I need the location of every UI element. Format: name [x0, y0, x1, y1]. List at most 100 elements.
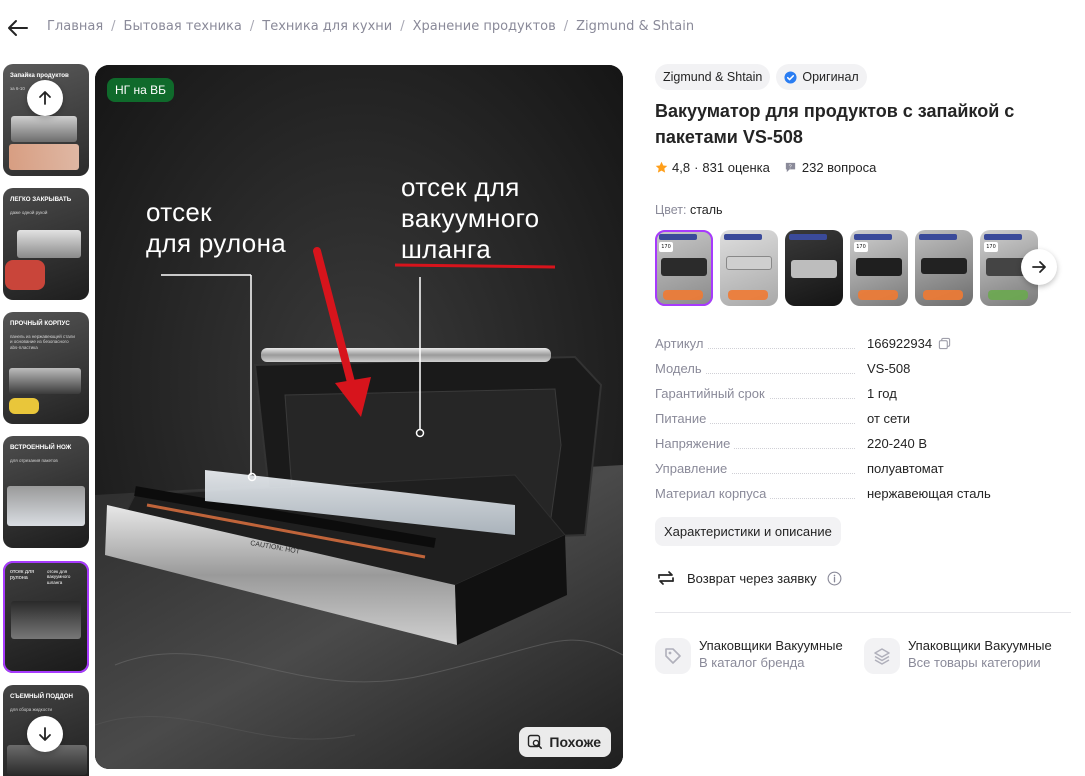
color-variants: 170 170 170: [655, 230, 1065, 306]
brand-catalog-link[interactable]: Упаковщики Вакуумные В каталог бренда: [655, 638, 843, 674]
color-variant[interactable]: [785, 230, 843, 306]
variant-device: [661, 258, 707, 276]
color-variant[interactable]: 170: [655, 230, 713, 306]
category-subtitle: Все товары категории: [908, 655, 1041, 670]
variant-box: 170: [984, 242, 998, 252]
similar-button-label: Похоже: [549, 734, 601, 750]
spec-key: Артикул: [655, 336, 708, 351]
product-photo-illustration: CAUTION: HOT: [95, 65, 623, 769]
return-arrows-icon: [658, 571, 674, 585]
spec-row: Напряжение 220-240 В: [655, 434, 1075, 459]
spec-value: 220-240 В: [867, 436, 927, 451]
variant-device: [856, 258, 902, 276]
thumbnail-title: СЪЕМНЫЙ ПОДДОН: [10, 693, 74, 700]
thumbnail-5[interactable]: отсек для рулона отсек для вакуумного шл…: [3, 561, 89, 673]
thumbnails-scroll-down-button[interactable]: [27, 716, 63, 752]
spec-key: Напряжение: [655, 436, 735, 451]
thumbnail-list: Запайка продуктов за 6-10 ЛЕГКО ЗАКРЫВАТ…: [3, 64, 89, 776]
copy-icon[interactable]: [938, 337, 951, 350]
thumbnail-2[interactable]: ЛЕГКО ЗАКРЫВАТЬ даже одной рукой: [3, 188, 89, 300]
brand-name: Zigmund & Shtain: [663, 70, 763, 84]
return-text: Возврат через заявку: [687, 570, 817, 586]
breadcrumb-item[interactable]: Zigmund & Shtain: [576, 19, 694, 34]
color-variant[interactable]: 170: [850, 230, 908, 306]
breadcrumb: Главная / Бытовая техника / Техника для кухн…: [47, 19, 694, 34]
thumbnail-device: [11, 601, 81, 639]
thumbnail-food: [5, 260, 45, 290]
red-underline: [394, 263, 556, 269]
variant-food: [728, 290, 768, 300]
rating-row: 4,8 · 831 оценка ? 232 вопроса: [655, 160, 876, 175]
ratings-count[interactable]: 831 оценка: [702, 160, 769, 175]
photo-label-left: отсек для рулона: [146, 197, 286, 259]
characteristics-button[interactable]: Характеристики и описание: [655, 517, 841, 546]
category-icon-box: [864, 638, 900, 674]
variant-device: [726, 256, 772, 270]
thumbnail-device: [7, 486, 85, 526]
similar-products-button[interactable]: Похоже: [519, 727, 611, 757]
main-product-photo[interactable]: CAUTION: HOT НГ на ВБ отсек для рулона о…: [95, 65, 623, 769]
thumbnails-scroll-up-button[interactable]: [27, 80, 63, 116]
questions-link[interactable]: ? 232 вопроса: [784, 160, 877, 175]
original-chip[interactable]: Оригинал: [776, 64, 867, 90]
thumbnail-subtitle: панель из нержавеющей стали и основание …: [10, 334, 75, 350]
thumbnail-4[interactable]: ВСТРОЕННЫЙ НОЖ для отрезания пакетов: [3, 436, 89, 548]
variant-device: [921, 258, 967, 274]
thumbnail-subtitle: даже одной рукой: [10, 210, 48, 215]
layers-icon: [874, 648, 890, 665]
breadcrumb-separator: /: [111, 19, 116, 34]
spec-value: полуавтомат: [867, 461, 944, 476]
spec-key: Питание: [655, 411, 711, 426]
thumbnail-food: [9, 144, 79, 170]
variant-tag: [659, 234, 697, 240]
brand-chips: Zigmund & Shtain Оригинал: [655, 64, 1075, 90]
thumbnail-device: [9, 368, 81, 394]
category-link[interactable]: Упаковщики Вакуумные Все товары категори…: [864, 638, 1052, 674]
variants-next-button[interactable]: [1021, 249, 1057, 285]
spec-value: 166922934: [867, 336, 933, 351]
original-label: Оригинал: [802, 70, 859, 84]
brand-catalog-subtitle: В каталог бренда: [699, 655, 805, 670]
photo-label-line: отсек для: [401, 172, 520, 202]
color-variant[interactable]: [720, 230, 778, 306]
top-bar: Главная / Бытовая техника / Техника для кухн…: [0, 0, 1085, 56]
variant-tag: [919, 234, 957, 240]
breadcrumb-item[interactable]: Главная: [47, 19, 103, 34]
spec-row: Модель VS-508: [655, 359, 1075, 384]
thumbnail-device: [17, 230, 81, 258]
spec-key: Материал корпуса: [655, 486, 771, 501]
category-title: Упаковщики Вакуумные: [908, 638, 1052, 653]
back-button[interactable]: [6, 16, 30, 40]
thumbnail-title: ЛЕГКО ЗАКРЫВАТЬ: [10, 196, 72, 203]
question-bubble-icon: ?: [785, 162, 796, 173]
rating-value[interactable]: 4,8: [672, 160, 690, 175]
thumbnail-3[interactable]: ПРОЧНЫЙ КОРПУС панель из нержавеющей ста…: [3, 312, 89, 424]
thumbnail-title: Запайка продуктов: [10, 72, 69, 79]
brand-chip[interactable]: Zigmund & Shtain: [655, 64, 771, 90]
spec-value: VS-508: [867, 361, 911, 376]
breadcrumb-item[interactable]: Техника для кухни: [262, 19, 392, 34]
color-variant[interactable]: [915, 230, 973, 306]
thumbnail-title: ВСТРОЕННЫЙ НОЖ: [10, 444, 72, 451]
breadcrumb-item[interactable]: Бытовая техника: [124, 19, 242, 34]
thumbnail-device: [11, 116, 77, 142]
spec-row: Управление полуавтомат: [655, 459, 1075, 484]
spec-key: Модель: [655, 361, 706, 376]
thumbnail-title: отсек для рулона: [10, 569, 35, 582]
variant-tag: [789, 234, 827, 240]
brand-catalog-text: Упаковщики Вакуумные В каталог бренда: [699, 638, 843, 674]
variant-food: [858, 290, 898, 300]
category-text: Упаковщики Вакуумные Все товары категори…: [908, 638, 1052, 674]
info-icon[interactable]: [827, 571, 842, 586]
questions-count: 232 вопроса: [801, 160, 877, 175]
breadcrumb-separator: /: [400, 19, 405, 34]
breadcrumb-item[interactable]: Хранение продуктов: [413, 19, 556, 34]
spec-row: Питание от сети: [655, 409, 1075, 434]
photo-label-line: шланга: [401, 234, 492, 264]
arrow-down-icon: [39, 727, 51, 741]
thumbnail-subtitle: для сбора жидкости: [10, 707, 53, 712]
thumbnail-subtitle: отсек для вакуумного шланга: [47, 569, 71, 585]
variant-food: [663, 290, 703, 300]
spec-value: нержавеющая сталь: [867, 486, 991, 501]
color-row: Цвет: сталь: [655, 203, 723, 217]
